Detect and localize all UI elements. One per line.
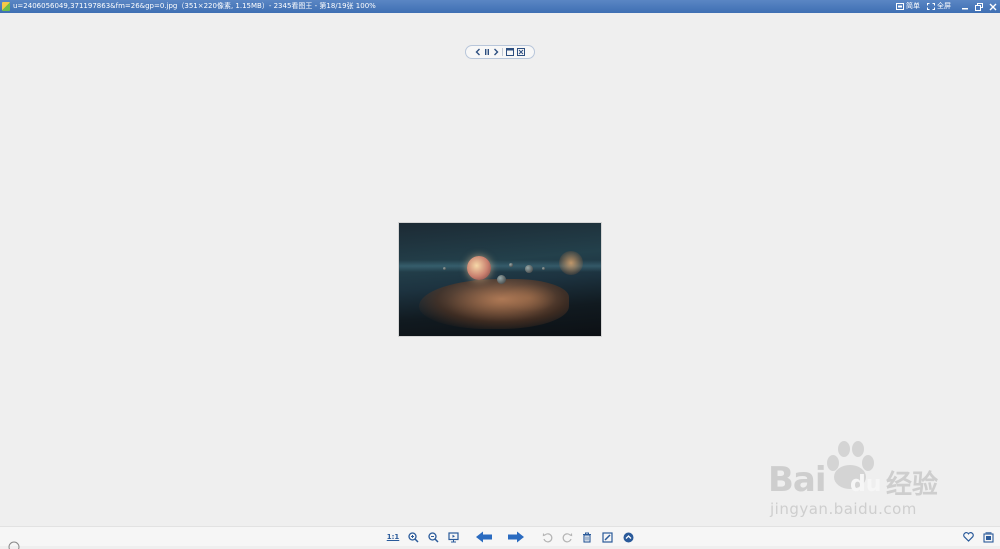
minimize-icon bbox=[962, 7, 968, 9]
baidu-watermark: Bai du 经验 jingyan.baidu.com bbox=[768, 440, 958, 525]
slide-prev-button[interactable] bbox=[475, 48, 481, 56]
actual-size-label: 1:1 bbox=[386, 533, 400, 541]
delete-button[interactable] bbox=[580, 530, 594, 544]
arrow-right-icon bbox=[508, 531, 524, 543]
fullscreen-icon bbox=[927, 3, 935, 10]
watermark-cn: 经验 bbox=[886, 470, 939, 500]
title-bar: u=2406056049,371197863&fm=26&gp=0.jpg（35… bbox=[0, 0, 1000, 13]
watermark-brand: Bai bbox=[768, 460, 827, 500]
exit-slideshow-icon bbox=[517, 48, 525, 56]
slide-next-button[interactable] bbox=[493, 48, 499, 56]
minimize-button[interactable] bbox=[958, 0, 972, 13]
bottom-toolbar: 1:1 bbox=[0, 526, 1000, 549]
rotate-left-button[interactable] bbox=[540, 530, 554, 544]
rotate-right-button[interactable] bbox=[560, 530, 574, 544]
trash-icon bbox=[583, 532, 591, 543]
edit-icon bbox=[601, 531, 613, 543]
chevron-up-circle-icon bbox=[623, 532, 633, 542]
watermark-brand-du: du bbox=[850, 472, 882, 497]
fullscreen-label: 全屏 bbox=[937, 2, 951, 10]
next-image-button[interactable] bbox=[506, 530, 526, 544]
zoom-out-button[interactable] bbox=[426, 530, 440, 544]
watermark-url: jingyan.baidu.com bbox=[770, 500, 917, 518]
image-planet-small bbox=[509, 263, 513, 267]
rotate-left-icon bbox=[542, 532, 552, 542]
simple-mode-icon bbox=[896, 3, 904, 10]
title-bar-controls: 简单 全屏 bbox=[896, 0, 1000, 13]
image-planet-small bbox=[542, 267, 545, 270]
corner-icon bbox=[8, 541, 20, 549]
pause-icon bbox=[485, 49, 489, 55]
slide-pause-button[interactable] bbox=[484, 48, 490, 56]
heart-icon bbox=[962, 532, 974, 542]
window-title: u=2406056049,371197863&fm=26&gp=0.jpg（35… bbox=[13, 2, 376, 10]
app-icon bbox=[2, 2, 10, 11]
window-mode-icon bbox=[506, 48, 514, 56]
zoom-in-button[interactable] bbox=[406, 530, 420, 544]
displayed-image[interactable] bbox=[398, 222, 602, 337]
slideshow-button[interactable] bbox=[446, 530, 460, 544]
slide-exit-button[interactable] bbox=[517, 48, 525, 56]
slide-window-button[interactable] bbox=[506, 48, 514, 56]
edit-button[interactable] bbox=[600, 530, 614, 544]
chevron-right-icon bbox=[494, 48, 499, 56]
fullscreen-button[interactable]: 全屏 bbox=[927, 0, 951, 13]
restore-icon bbox=[975, 2, 983, 11]
zoom-out-icon bbox=[427, 531, 439, 543]
simple-mode-button[interactable]: 简单 bbox=[896, 0, 920, 13]
image-planet-small bbox=[525, 265, 533, 273]
arrow-left-icon bbox=[476, 531, 492, 543]
slideshow-controls bbox=[465, 45, 535, 59]
favorite-button[interactable] bbox=[961, 530, 975, 544]
gallery-icon bbox=[982, 531, 994, 543]
actual-size-button[interactable]: 1:1 bbox=[386, 530, 400, 544]
image-planet bbox=[467, 256, 491, 280]
restore-button[interactable] bbox=[972, 0, 986, 13]
slideshow-icon bbox=[447, 531, 459, 542]
close-icon bbox=[989, 3, 997, 10]
chevron-left-icon bbox=[475, 48, 480, 56]
simple-mode-label: 简单 bbox=[906, 2, 920, 10]
image-planet-small bbox=[497, 275, 506, 284]
more-button[interactable] bbox=[621, 530, 635, 544]
zoom-in-icon bbox=[407, 531, 419, 543]
rotate-right-icon bbox=[562, 532, 572, 542]
image-glow bbox=[559, 251, 583, 275]
menu-button[interactable] bbox=[981, 530, 995, 544]
previous-image-button[interactable] bbox=[474, 530, 494, 544]
slide-divider bbox=[502, 48, 503, 56]
close-button[interactable] bbox=[986, 0, 1000, 13]
image-hand bbox=[419, 279, 569, 329]
image-planet-small bbox=[443, 267, 446, 270]
